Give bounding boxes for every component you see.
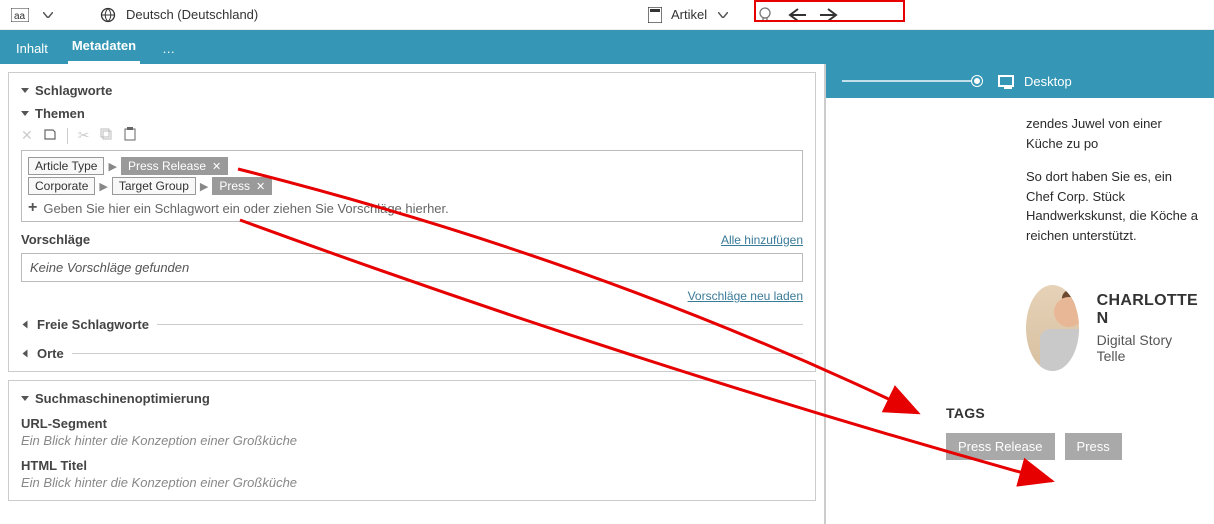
themen-tag-area[interactable]: Article Type ▶ Press Release ✕ Corporate… bbox=[21, 150, 803, 222]
tag-button[interactable]: Press bbox=[1065, 433, 1122, 460]
schlagworte-title: Schlagworte bbox=[35, 83, 112, 98]
nav-forward-icon[interactable] bbox=[819, 5, 839, 25]
nav-back-icon[interactable] bbox=[787, 5, 807, 25]
orte-header[interactable]: Orte bbox=[21, 346, 803, 361]
url-segment-value[interactable]: Ein Blick hinter die Konzeption einer Gr… bbox=[21, 433, 803, 448]
breadcrumb-chip[interactable]: Article Type bbox=[28, 157, 104, 175]
preview-paragraph: So dort haben Sie es, ein Chef Corp. Stü… bbox=[1026, 167, 1198, 245]
author-name: CHARLOTTE N bbox=[1097, 292, 1198, 328]
breadcrumb-separator-icon: ▶ bbox=[200, 180, 208, 193]
breadcrumb-chip[interactable]: Target Group bbox=[112, 177, 196, 195]
tag-label: Press Release bbox=[128, 159, 206, 173]
chevron-down-icon bbox=[21, 111, 29, 116]
svg-text:aa: aa bbox=[14, 11, 26, 22]
content-type-label[interactable]: Artikel bbox=[671, 7, 707, 22]
suggestions-header: Vorschläge Alle hinzufügen bbox=[21, 232, 803, 247]
preview-toolbar: Desktop bbox=[826, 64, 1214, 98]
schlagworte-panel: Schlagworte Themen ✕ ✂ bbox=[8, 72, 816, 372]
author-role: Digital Story Telle bbox=[1097, 332, 1198, 364]
url-segment-label: URL-Segment bbox=[21, 416, 803, 431]
reload-suggestions-link[interactable]: Vorschläge neu laden bbox=[688, 289, 803, 303]
chevron-down-icon bbox=[21, 88, 29, 93]
paste-icon[interactable] bbox=[123, 127, 137, 144]
separator bbox=[67, 128, 68, 144]
top-toolbar: aa Deutsch (Deutschland) Artikel bbox=[0, 0, 1214, 30]
cut-icon[interactable]: ✂ bbox=[78, 127, 90, 144]
themen-toolbar: ✕ ✂ bbox=[21, 127, 803, 144]
chevron-down-icon bbox=[21, 396, 29, 401]
globe-icon[interactable] bbox=[98, 5, 118, 25]
article-icon[interactable] bbox=[645, 5, 665, 25]
seo-panel: Suchmaschinenoptimierung URL-Segment Ein… bbox=[8, 380, 816, 501]
tab-more[interactable]: … bbox=[156, 33, 183, 64]
divider bbox=[72, 353, 803, 354]
tab-metadata[interactable]: Metadaten bbox=[68, 30, 140, 64]
breadcrumb-chip[interactable]: Corporate bbox=[28, 177, 95, 195]
selected-tag-chip[interactable]: Press Release ✕ bbox=[121, 157, 228, 175]
schlagworte-header[interactable]: Schlagworte bbox=[21, 83, 803, 98]
tag-input[interactable] bbox=[43, 201, 796, 216]
chevron-right-icon bbox=[23, 350, 28, 358]
chevron-down-icon[interactable] bbox=[38, 5, 58, 25]
html-title-label: HTML Titel bbox=[21, 458, 803, 473]
remove-tag-icon[interactable]: ✕ bbox=[212, 160, 221, 173]
suggestions-label: Vorschläge bbox=[21, 232, 90, 247]
library-icon[interactable] bbox=[43, 127, 57, 144]
device-label: Desktop bbox=[1024, 74, 1072, 89]
author-row: CHARLOTTE N Digital Story Telle bbox=[846, 285, 1198, 371]
orte-label: Orte bbox=[37, 346, 64, 361]
breadcrumb-separator-icon: ▶ bbox=[99, 180, 107, 193]
preview-paragraph: zendes Juwel von einer Küche zu po bbox=[1026, 114, 1198, 153]
freie-schlagworte-label: Freie Schlagworte bbox=[37, 317, 149, 332]
tag-row: Corporate ▶ Target Group ▶ Press ✕ bbox=[28, 177, 796, 195]
language-label[interactable]: Deutsch (Deutschland) bbox=[126, 7, 258, 22]
freie-schlagworte-header[interactable]: Freie Schlagworte bbox=[21, 317, 803, 332]
chevron-down-icon[interactable] bbox=[713, 5, 733, 25]
close-icon[interactable]: ✕ bbox=[21, 127, 33, 144]
editor-panel: Schlagworte Themen ✕ ✂ bbox=[0, 64, 826, 524]
html-title-value[interactable]: Ein Blick hinter die Konzeption einer Gr… bbox=[21, 475, 803, 490]
preview-content[interactable]: zendes Juwel von einer Küche zu po So do… bbox=[826, 98, 1214, 524]
copy-icon[interactable] bbox=[99, 127, 113, 144]
divider bbox=[157, 324, 803, 325]
viewport-slider[interactable] bbox=[842, 80, 982, 82]
breadcrumb-separator-icon: ▶ bbox=[108, 160, 116, 173]
slider-knob[interactable] bbox=[972, 76, 982, 86]
plus-icon[interactable]: + bbox=[28, 199, 37, 217]
suggestions-empty: Keine Vorschläge gefunden bbox=[21, 253, 803, 282]
tag-label: Press bbox=[219, 179, 250, 193]
themen-header[interactable]: Themen bbox=[21, 106, 803, 121]
editor-tab-row: Inhalt Metadaten … bbox=[0, 30, 1214, 64]
author-avatar bbox=[1026, 285, 1079, 371]
tag-row: Article Type ▶ Press Release ✕ bbox=[28, 157, 796, 175]
tag-button-row: Press Release Press bbox=[946, 433, 1198, 460]
tag-button[interactable]: Press Release bbox=[946, 433, 1055, 460]
text-format-icon[interactable]: aa bbox=[10, 5, 30, 25]
tag-input-row: + bbox=[28, 199, 796, 217]
seo-header[interactable]: Suchmaschinenoptimierung bbox=[21, 391, 803, 406]
tab-content[interactable]: Inhalt bbox=[12, 33, 52, 64]
lightbulb-icon[interactable] bbox=[755, 5, 775, 25]
remove-tag-icon[interactable]: ✕ bbox=[256, 180, 265, 193]
selected-tag-chip[interactable]: Press ✕ bbox=[212, 177, 272, 195]
themen-title: Themen bbox=[35, 106, 85, 121]
chevron-right-icon bbox=[23, 321, 28, 329]
seo-title: Suchmaschinenoptimierung bbox=[35, 391, 210, 406]
monitor-icon bbox=[998, 75, 1014, 87]
preview-panel: Desktop zendes Juwel von einer Küche zu … bbox=[826, 64, 1214, 524]
tags-heading: TAGS bbox=[946, 405, 1198, 421]
add-all-link[interactable]: Alle hinzufügen bbox=[721, 233, 803, 247]
